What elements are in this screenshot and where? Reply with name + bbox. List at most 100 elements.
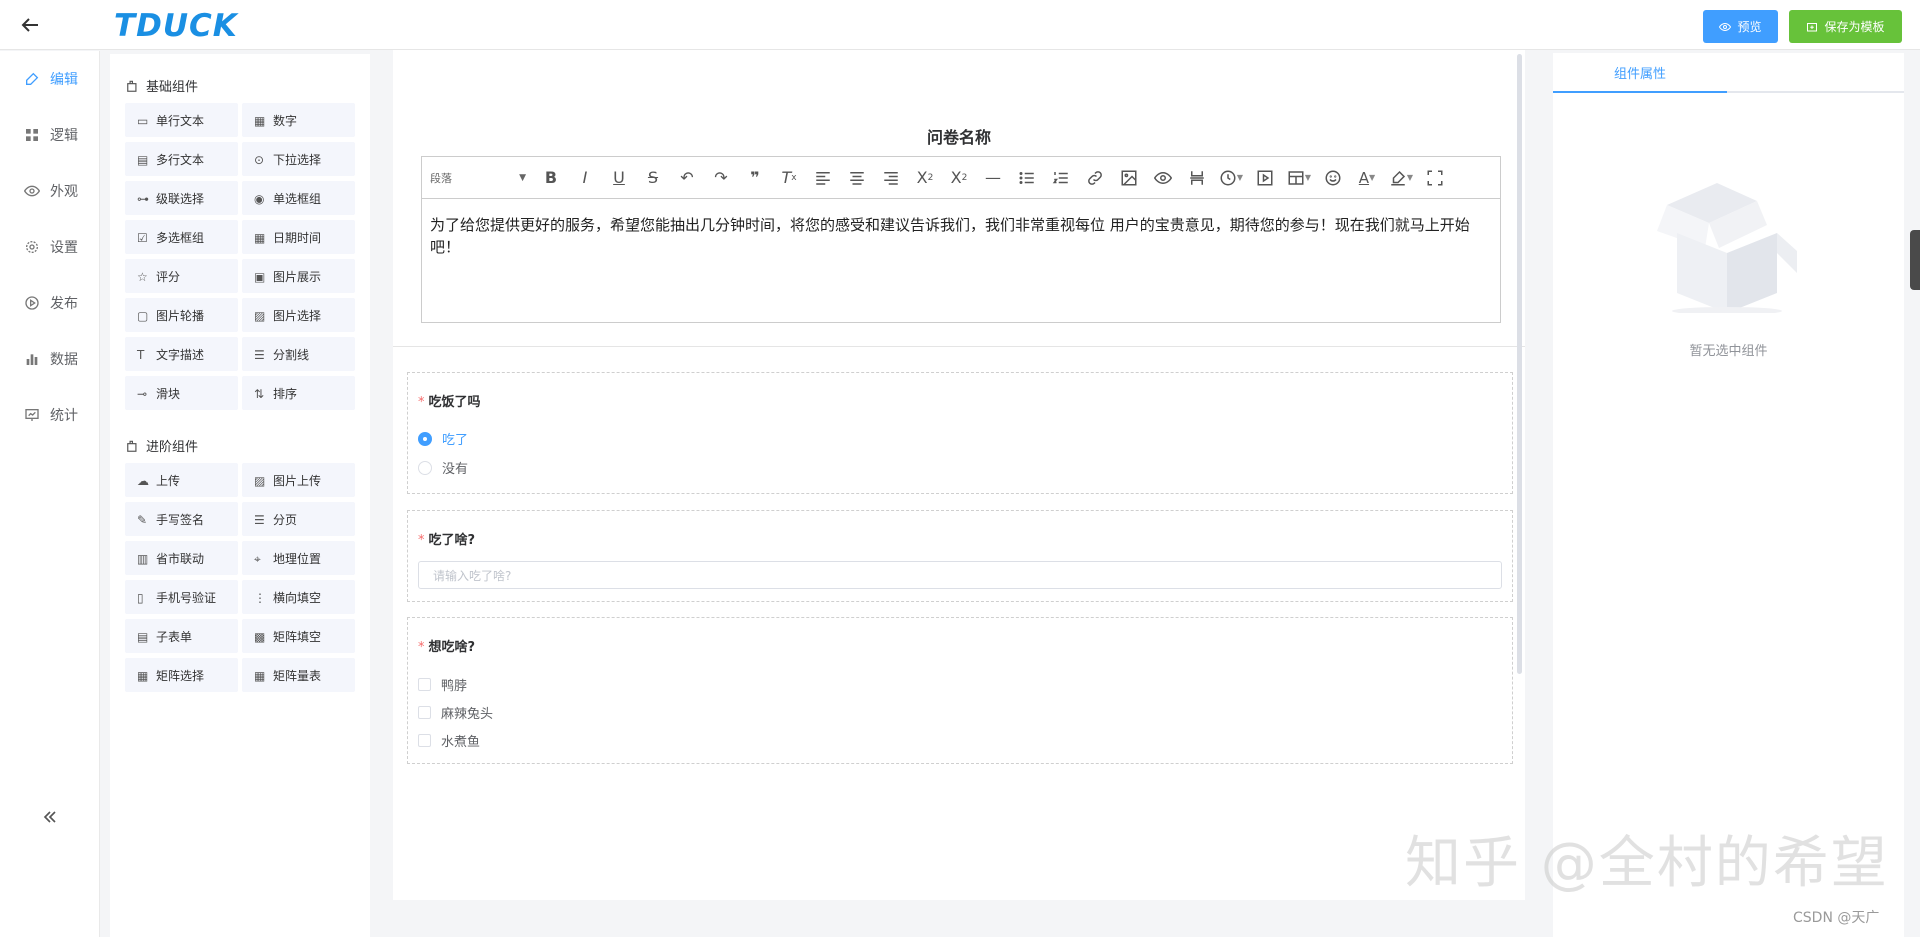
checkbox[interactable] — [418, 706, 431, 719]
component-item[interactable]: ◉ 单选框组 — [242, 181, 355, 215]
paragraph-select[interactable]: 段落 ▼ — [430, 170, 534, 186]
radio-option[interactable]: 吃了 — [418, 429, 468, 448]
component-item[interactable]: ▩ 矩阵填空 — [242, 619, 355, 653]
smile-icon — [1325, 170, 1341, 185]
align-right-icon — [884, 171, 898, 185]
canvas-scrollbar[interactable] — [1517, 54, 1522, 674]
clear-format-button[interactable]: Tx — [772, 164, 806, 192]
component-type-icon: ☆ — [137, 269, 148, 284]
emoji-button[interactable] — [1316, 164, 1350, 192]
subscript-button[interactable]: X2 — [908, 164, 942, 192]
component-item[interactable]: ▦ 日期时间 — [242, 220, 355, 254]
component-type-icon: ▩ — [254, 629, 266, 644]
component-item[interactable]: ▦ 数字 — [242, 103, 355, 137]
radio-button[interactable] — [418, 460, 432, 475]
radio-button[interactable] — [418, 431, 432, 446]
component-label: 上传 — [156, 473, 181, 488]
component-item[interactable]: ▦ 矩阵选择 — [125, 658, 238, 692]
component-item[interactable]: ▨ 图片上传 — [242, 463, 355, 497]
nav-item-data[interactable]: 数据 — [24, 347, 78, 371]
component-item[interactable]: ▭ 单行文本 — [125, 103, 238, 137]
fullscreen-button[interactable] — [1418, 164, 1452, 192]
checkbox-option[interactable]: 鸭脖 — [418, 675, 467, 694]
component-item[interactable]: ⌖ 地理位置 — [242, 541, 355, 575]
option-label: 吃了 — [442, 433, 469, 448]
form-title[interactable]: 问卷名称 — [393, 124, 1525, 148]
align-left-button[interactable] — [806, 164, 840, 192]
nav-item-settings[interactable]: 设置 — [24, 235, 78, 259]
save-template-button[interactable]: 保存为模板 — [1789, 10, 1902, 43]
font-color-button[interactable]: A ▼ — [1350, 164, 1384, 192]
superscript-button[interactable]: X2 — [942, 164, 976, 192]
component-label: 评分 — [156, 269, 181, 284]
component-item[interactable]: ⋮ 横向填空 — [242, 580, 355, 614]
component-item[interactable]: ⊙ 下拉选择 — [242, 142, 355, 176]
stats-icon — [25, 409, 39, 421]
component-item[interactable]: ✎ 手写签名 — [125, 502, 238, 536]
component-item[interactable]: ⊸ 滑块 — [125, 376, 238, 410]
rich-text-editor[interactable]: 段落 ▼ B I U S ↶ ↷ ❞ Tx X2 X2 — ▼ ▼ A ▼ ▼ … — [421, 156, 1501, 323]
preview-eye-button[interactable] — [1146, 164, 1180, 192]
answer-input[interactable]: 请输入吃了啥? — [418, 561, 1502, 589]
component-item[interactable]: ☰ 分割线 — [242, 337, 355, 371]
nav-item-logic[interactable]: 逻辑 — [24, 123, 78, 147]
numbered-list-button[interactable] — [1044, 164, 1078, 192]
bullet-list-button[interactable] — [1010, 164, 1044, 192]
undo-button[interactable]: ↶ — [670, 164, 704, 192]
nav-item-publish[interactable]: 发布 — [24, 291, 78, 315]
side-drawer-handle[interactable] — [1910, 230, 1920, 290]
align-center-button[interactable] — [840, 164, 874, 192]
component-item[interactable]: T 文字描述 — [125, 337, 238, 371]
underline-button[interactable]: U — [602, 164, 636, 192]
editor-content[interactable]: 为了给您提供更好的服务，希望您能抽出几分钟时间，将您的感受和建议告诉我们，我们非… — [422, 199, 1500, 273]
component-item[interactable]: ▤ 子表单 — [125, 619, 238, 653]
align-right-button[interactable] — [874, 164, 908, 192]
checkbox-option[interactable]: 麻辣兔头 — [418, 703, 493, 722]
video-icon — [1257, 170, 1273, 185]
question-card[interactable]: * 吃饭了吗 吃了 没有 — [407, 372, 1513, 494]
table-icon — [1288, 170, 1304, 185]
link-icon — [1088, 170, 1102, 185]
strikethrough-button[interactable]: S — [636, 164, 670, 192]
video-button[interactable] — [1248, 164, 1282, 192]
radio-option[interactable]: 没有 — [418, 458, 468, 477]
checkbox[interactable] — [418, 734, 431, 747]
component-item[interactable]: ☑ 多选框组 — [125, 220, 238, 254]
back-arrow-icon[interactable] — [18, 13, 42, 37]
highlight-button[interactable]: ▼ — [1384, 164, 1418, 192]
nav-item-appearance[interactable]: 外观 — [24, 179, 78, 203]
component-item[interactable]: ▨ 图片选择 — [242, 298, 355, 332]
component-item[interactable]: ▣ 图片展示 — [242, 259, 355, 293]
time-button[interactable]: ▼ — [1214, 164, 1248, 192]
question-card[interactable]: * 想吃啥? 鸭脖 麻辣兔头 水煮鱼 — [407, 617, 1513, 764]
checkbox-option[interactable]: 水煮鱼 — [418, 731, 480, 750]
page-break-button[interactable] — [1180, 164, 1214, 192]
nav-item-edit[interactable]: 编辑 — [24, 67, 78, 91]
checkbox[interactable] — [418, 678, 431, 691]
preview-button[interactable]: 预览 — [1703, 10, 1778, 43]
component-item[interactable]: ▢ 图片轮播 — [125, 298, 238, 332]
component-item[interactable]: ▦ 矩阵量表 — [242, 658, 355, 692]
empty-box-icon — [1657, 183, 1797, 313]
tab-component-properties[interactable]: 组件属性 — [1553, 53, 1727, 93]
nav-item-stats[interactable]: 统计 — [24, 403, 78, 427]
collapse-icon[interactable] — [40, 807, 60, 827]
component-item[interactable]: ☆ 评分 — [125, 259, 238, 293]
question-card[interactable]: * 吃了啥? 请输入吃了啥? — [407, 510, 1513, 602]
component-item[interactable]: ☁ 上传 — [125, 463, 238, 497]
quote-button[interactable]: ❞ — [738, 164, 772, 192]
horizontal-rule-button[interactable]: — — [976, 164, 1010, 192]
italic-button[interactable]: I — [568, 164, 602, 192]
component-item[interactable]: ⊶ 级联选择 — [125, 181, 238, 215]
component-item[interactable]: ▥ 省市联动 — [125, 541, 238, 575]
component-item[interactable]: ☰ 分页 — [242, 502, 355, 536]
component-item[interactable]: ▯ 手机号验证 — [125, 580, 238, 614]
component-label: 日期时间 — [273, 230, 322, 245]
component-item[interactable]: ▤ 多行文本 — [125, 142, 238, 176]
table-button[interactable]: ▼ — [1282, 164, 1316, 192]
bold-button[interactable]: B — [534, 164, 568, 192]
link-button[interactable] — [1078, 164, 1112, 192]
image-button[interactable] — [1112, 164, 1146, 192]
component-item[interactable]: ⇅ 排序 — [242, 376, 355, 410]
redo-button[interactable]: ↷ — [704, 164, 738, 192]
